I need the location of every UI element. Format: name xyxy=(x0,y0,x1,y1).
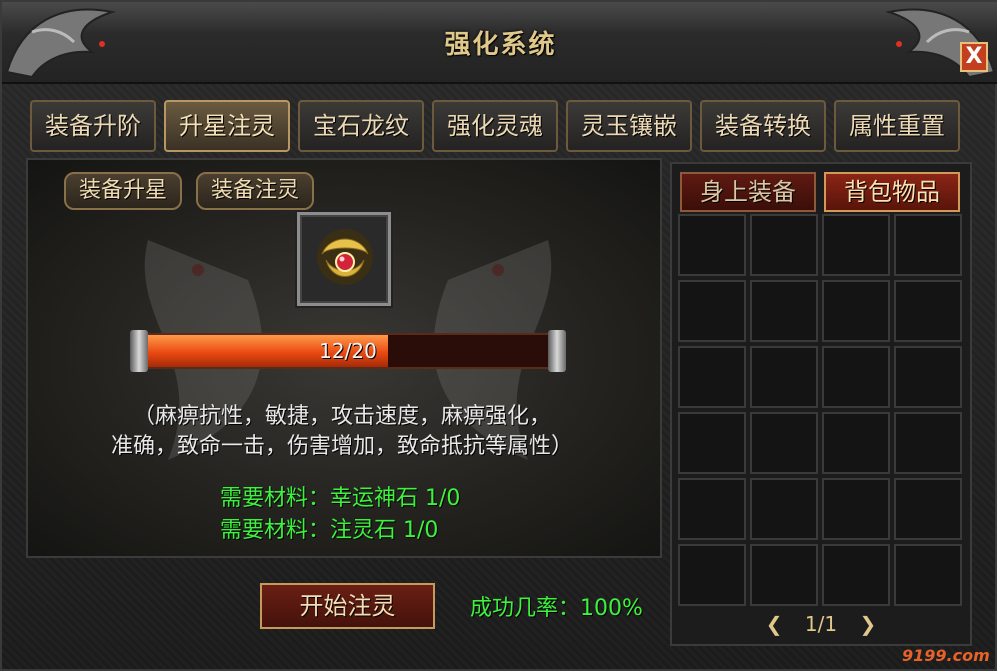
success-rate-text: 成功几率：100% xyxy=(470,596,643,621)
inventory-slot[interactable] xyxy=(750,346,818,408)
infuse-progress-bar: 12/20 xyxy=(130,330,566,372)
inventory-slot[interactable] xyxy=(678,412,746,474)
inventory-slot[interactable] xyxy=(678,346,746,408)
tab-enhance-soul[interactable]: 强化灵魂 xyxy=(432,100,558,152)
golden-amulet-icon[interactable] xyxy=(312,224,378,290)
tab-equipped-items[interactable]: 身上装备 xyxy=(680,172,816,212)
tab-gem-dragon-pattern[interactable]: 宝石龙纹 xyxy=(298,100,424,152)
inventory-slot[interactable] xyxy=(750,280,818,342)
subtab-equip-star-up[interactable]: 装备升星 xyxy=(64,172,182,210)
inventory-slot[interactable] xyxy=(678,214,746,276)
inventory-slot[interactable] xyxy=(750,478,818,540)
inventory-slot[interactable] xyxy=(894,346,962,408)
chevron-right-icon[interactable]: ❯ xyxy=(859,612,876,636)
attribute-description-line2: 准确，致命一击，伤害增加，致命抵抗等属性） xyxy=(110,434,573,459)
close-button[interactable]: X xyxy=(960,42,988,72)
attribute-description-line1: （麻痹抗性，敏捷，攻击速度，麻痹强化， xyxy=(132,404,551,429)
tab-equip-convert[interactable]: 装备转换 xyxy=(700,100,826,152)
chevron-left-icon[interactable]: ❮ xyxy=(766,612,783,636)
title-bar[interactable]: 强化系统 X xyxy=(2,2,997,84)
material-requirement-2: 需要材料：注灵石 1/0 xyxy=(220,518,439,543)
inventory-pager: ❮ 1/1 ❯ xyxy=(670,612,972,636)
inventory-slot[interactable] xyxy=(894,478,962,540)
inventory-slot[interactable] xyxy=(822,214,890,276)
inventory-slot[interactable] xyxy=(822,478,890,540)
inventory-slot[interactable] xyxy=(678,478,746,540)
tab-equip-upgrade[interactable]: 装备升阶 xyxy=(30,100,156,152)
tab-star-infuse[interactable]: 升星注灵 xyxy=(164,100,290,152)
inventory-grid xyxy=(678,214,966,608)
inventory-slot[interactable] xyxy=(894,280,962,342)
window-title: 强化系统 xyxy=(444,30,557,60)
tab-jade-inlay[interactable]: 灵玉镶嵌 xyxy=(566,100,692,152)
enhance-system-window: 强化系统 X 装备升阶 升星注灵 宝石龙纹 强化灵魂 灵玉镶嵌 装备转换 属性重… xyxy=(0,0,997,671)
progress-bar-right-cap xyxy=(548,330,566,372)
progress-bar-left-cap xyxy=(130,330,148,372)
inventory-slot[interactable] xyxy=(822,346,890,408)
material-requirement-1: 需要材料：幸运神石 1/0 xyxy=(220,486,461,511)
inventory-slot[interactable] xyxy=(750,214,818,276)
tab-bag-items[interactable]: 背包物品 xyxy=(824,172,960,212)
inventory-slot[interactable] xyxy=(678,280,746,342)
inventory-slot[interactable] xyxy=(894,412,962,474)
inventory-slot[interactable] xyxy=(894,544,962,606)
page-indicator: 1/1 xyxy=(804,612,838,636)
inventory-slot[interactable] xyxy=(822,412,890,474)
inventory-slot[interactable] xyxy=(822,280,890,342)
inventory-slot[interactable] xyxy=(750,544,818,606)
tab-attribute-reset[interactable]: 属性重置 xyxy=(834,100,960,152)
site-watermark: 9199.com xyxy=(902,646,990,665)
inventory-slot[interactable] xyxy=(894,214,962,276)
inventory-slot[interactable] xyxy=(822,544,890,606)
inventory-slot[interactable] xyxy=(678,544,746,606)
subtab-equip-infuse[interactable]: 装备注灵 xyxy=(196,172,314,210)
start-infuse-button[interactable]: 开始注灵 xyxy=(260,583,435,629)
progress-text: 12/20 xyxy=(319,339,377,363)
inventory-slot[interactable] xyxy=(750,412,818,474)
